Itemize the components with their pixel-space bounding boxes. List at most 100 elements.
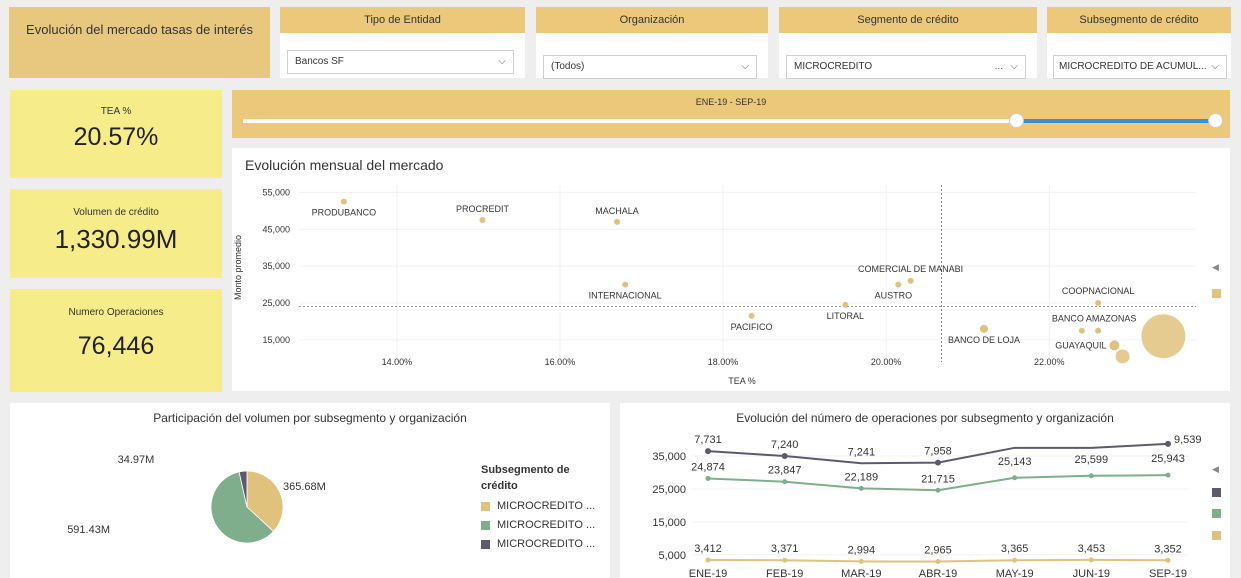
chevron-down-icon: ⌵ <box>741 61 749 72</box>
x-tick-label: FEB-19 <box>766 568 803 578</box>
scatter-point[interactable] <box>842 301 849 308</box>
x-tick-label: 14.00% <box>382 357 413 367</box>
series-point[interactable] <box>858 485 864 491</box>
chevron-down-icon: ⌵ <box>1211 61 1219 72</box>
series-point[interactable] <box>935 487 941 493</box>
filter-label: Segmento de crédito <box>779 7 1037 33</box>
data-label: 3,412 <box>694 543 722 555</box>
x-tick-label: 20.00% <box>871 357 902 367</box>
legend-swatch <box>1212 531 1221 540</box>
legend-item[interactable]: MICROCREDITO ... <box>481 538 595 550</box>
data-label: 22,189 <box>845 471 879 483</box>
series-point[interactable] <box>858 558 864 564</box>
slider-start-handle[interactable] <box>1008 113 1024 128</box>
data-label: 7,958 <box>924 446 952 458</box>
x-tick-label: MAR-19 <box>841 568 881 578</box>
point-label: PROCREDIT <box>456 204 510 214</box>
series-point[interactable] <box>782 557 788 563</box>
tipo-entidad-select[interactable]: Bancos SF ⌵ <box>287 50 514 74</box>
legend-label: MICROCREDITO ... <box>497 538 596 550</box>
subsegmento-select[interactable]: MICROCREDITO DE ACUMUL... ⌵ <box>1053 55 1227 79</box>
series-point[interactable] <box>1165 557 1171 563</box>
series-point[interactable] <box>1165 472 1171 478</box>
slider-end-handle[interactable] <box>1208 113 1223 128</box>
filter-segmento: Segmento de crédito MICROCREDITO ... ⌵ <box>779 7 1037 79</box>
kpi-value: 20.57% <box>73 123 159 151</box>
series-point[interactable] <box>1088 473 1094 479</box>
scatter-point[interactable] <box>340 198 347 205</box>
data-label: 25,943 <box>1151 453 1185 465</box>
legend-swatch <box>481 520 490 530</box>
dashboard-title-box: Evolución del mercado tasas de interés <box>9 7 270 78</box>
caret-left-icon[interactable]: ◀ <box>1212 262 1219 273</box>
scatter-point[interactable] <box>622 281 629 288</box>
legend-item[interactable]: MICROCREDITO ... <box>481 519 595 531</box>
kpi-operaciones: Numero Operaciones 76,446 <box>10 289 222 392</box>
series-point[interactable] <box>1088 557 1094 563</box>
kpi-label: Numero Operaciones <box>68 307 164 318</box>
kpi-label: TEA % <box>100 106 132 117</box>
segmento-select[interactable]: MICROCREDITO ... ⌵ <box>786 55 1026 79</box>
dashboard-title: Evolución del mercado tasas de interés <box>26 22 253 37</box>
legend-swatch <box>481 539 490 549</box>
scatter-point[interactable] <box>1095 300 1102 306</box>
point-label: BANCO AMAZONAS <box>1052 314 1137 324</box>
x-tick-label: SEP-19 <box>1149 568 1187 578</box>
y-tick-label: 35,000 <box>262 261 290 271</box>
series-point[interactable] <box>781 453 788 460</box>
scatter-chart: Monto promedio TEA % 55,000 45,000 35,000 2… <box>233 185 1196 386</box>
series-point[interactable] <box>705 448 711 455</box>
caret-left-icon[interactable]: ◀ <box>1212 464 1219 475</box>
data-label: 24,874 <box>691 461 725 473</box>
kpi-label: Volumen de crédito <box>73 207 159 218</box>
data-label: 25,599 <box>1075 454 1109 466</box>
scatter-point[interactable] <box>979 324 988 333</box>
series-point[interactable] <box>705 557 711 563</box>
select-value: Bancos SF <box>295 56 344 67</box>
filter-label: Subsegmento de crédito <box>1047 7 1231 33</box>
scatter-point[interactable] <box>907 277 914 284</box>
scatter-point[interactable] <box>614 218 621 225</box>
legend-label: MICROCREDITO ... <box>497 519 596 531</box>
legend-swatch <box>1212 289 1221 298</box>
series-point[interactable] <box>782 479 788 485</box>
legend-swatch <box>1212 488 1221 497</box>
y-tick-label: 15,000 <box>262 335 290 345</box>
line-panel: Evolución del número de operaciones por … <box>620 403 1230 578</box>
data-label: 2,965 <box>924 545 952 557</box>
scatter-point[interactable] <box>1078 327 1085 334</box>
select-value: (Todos) <box>551 61 585 72</box>
kpi-value: 76,446 <box>77 332 155 360</box>
data-label: 9,539 <box>1174 434 1202 446</box>
series-point[interactable] <box>935 559 941 565</box>
data-label: 7,241 <box>848 446 876 458</box>
series-point[interactable] <box>935 459 941 466</box>
point-label: MACHALA <box>595 206 639 216</box>
filter-subsegmento: Subsegmento de crédito MICROCREDITO DE A… <box>1047 7 1231 79</box>
x-tick-label: 18.00% <box>708 357 739 367</box>
scatter-point[interactable] <box>1109 340 1120 351</box>
legend-label: MICROCREDITO ... <box>497 500 596 512</box>
organizacion-select[interactable]: (Todos) ⌵ <box>543 55 757 79</box>
series-point[interactable] <box>705 475 711 481</box>
y-tick-label: 15,000 <box>652 517 686 529</box>
data-label: 3,453 <box>1078 543 1106 555</box>
scatter-point[interactable] <box>1141 314 1186 359</box>
point-label: PRODUBANCO <box>312 208 377 218</box>
x-axis-label: TEA % <box>728 376 756 386</box>
filter-organizacion: Organización (Todos) ⌵ <box>536 7 768 79</box>
legend-item[interactable]: MICROCREDITO ... <box>481 500 595 512</box>
scatter-point[interactable] <box>1095 327 1102 334</box>
pie-legend: MICROCREDITO ... MICROCREDITO ... MICROC… <box>481 500 611 570</box>
series-point[interactable] <box>1165 440 1171 447</box>
series-point[interactable] <box>1012 557 1018 563</box>
series-point[interactable] <box>1012 475 1018 481</box>
scatter-point[interactable] <box>1115 349 1130 364</box>
y-tick-label: 45,000 <box>262 224 290 234</box>
scatter-point[interactable] <box>479 217 486 224</box>
scatter-point[interactable] <box>748 312 755 319</box>
data-label: 7,240 <box>771 439 799 451</box>
pie-data-label: 365.68M <box>283 481 326 493</box>
scatter-point[interactable] <box>895 281 902 288</box>
x-tick-label: JUN-19 <box>1073 568 1110 578</box>
